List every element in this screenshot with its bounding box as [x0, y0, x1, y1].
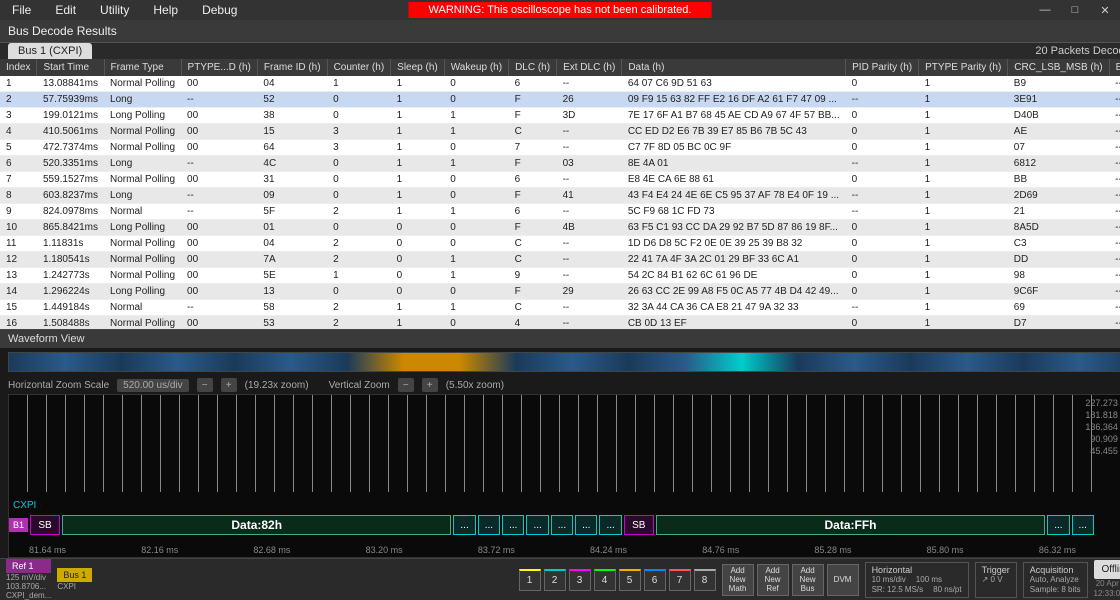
bus-info: CXPI [57, 582, 92, 591]
column-header[interactable]: Wakeup (h) [444, 59, 508, 76]
hz-plus-button[interactable]: + [221, 378, 237, 392]
decode-packet[interactable]: ... [1047, 515, 1069, 535]
add-button[interactable]: DVM [827, 564, 859, 596]
vz-minus-button[interactable]: − [398, 378, 414, 392]
decode-packet[interactable]: Data:82h [62, 515, 451, 535]
hz-zoom-factor: (19.23x zoom) [245, 380, 309, 391]
time-axis: 81.64 ms82.16 ms82.68 ms83.20 ms83.72 ms… [9, 545, 1096, 555]
table-row[interactable]: 121.180541sNormal Polling007A201C--22 41… [0, 252, 1120, 268]
bus-badge[interactable]: Bus 1 [57, 568, 92, 582]
timeline-overview[interactable] [8, 352, 1120, 372]
vz-label: Vertical Zoom [329, 380, 390, 391]
ref-info: 125 mV/div103.8706...CXPI_dem... [6, 573, 51, 600]
trigger-status[interactable]: Trigger ↗ 0 V [975, 562, 1017, 598]
packet-count: 20 Packets Decoded [1035, 45, 1120, 57]
column-header[interactable]: PTYPE Parity (h) [919, 59, 1008, 76]
table-row[interactable]: 10865.8421msLong Polling0001000F4B63 F5 … [0, 220, 1120, 236]
table-row[interactable]: 113.08841msNormal Polling00041106--64 07… [0, 76, 1120, 92]
decode-table[interactable]: IndexStart TimeFrame TypePTYPE...D (h)Fr… [0, 59, 1120, 329]
channel-button-3[interactable]: 3 [569, 569, 591, 591]
waveform-title: Waveform View [0, 330, 1120, 348]
table-row[interactable]: 111.11831sNormal Polling0004200C--1D D6 … [0, 236, 1120, 252]
waveform-signal [9, 395, 1096, 492]
table-row[interactable]: 257.75939msLong--52010F2609 F9 15 63 82 … [0, 92, 1120, 108]
column-header[interactable]: Frame Type [104, 59, 181, 76]
channel-button-2[interactable]: 2 [544, 569, 566, 591]
main-menu: File Edit Utility Help Debug [0, 1, 249, 19]
table-row[interactable]: 161.508488sNormal Polling00532104--CB 0D… [0, 316, 1120, 330]
channel-button-7[interactable]: 7 [669, 569, 691, 591]
add-button[interactable]: Add New Math [722, 564, 754, 596]
menu-debug[interactable]: Debug [190, 1, 249, 19]
menu-help[interactable]: Help [141, 1, 190, 19]
maximize-button[interactable]: □ [1060, 0, 1090, 20]
horizontal-status[interactable]: Horizontal 10 ms/div100 ms SR: 12.5 MS/s… [865, 562, 969, 598]
decode-packet[interactable]: ... [526, 515, 548, 535]
decode-packet[interactable]: ... [1072, 515, 1094, 535]
bus-chip[interactable]: B1 [9, 518, 28, 532]
offline-button[interactable]: Offline [1094, 560, 1120, 579]
column-header[interactable]: Sleep (h) [391, 59, 445, 76]
column-header[interactable]: PTYPE...D (h) [181, 59, 257, 76]
table-row[interactable]: 4410.5061msNormal Polling0015311C--CC ED… [0, 124, 1120, 140]
hz-value[interactable]: 520.00 us/div [117, 379, 189, 392]
menu-file[interactable]: File [0, 1, 43, 19]
decode-packet[interactable]: ... [453, 515, 475, 535]
close-button[interactable]: ✕ [1090, 0, 1120, 20]
channel-button-5[interactable]: 5 [619, 569, 641, 591]
ref-badge[interactable]: Ref 1 [6, 559, 51, 573]
decode-packet[interactable]: SB [624, 515, 654, 535]
column-header[interactable]: DLC (h) [509, 59, 557, 76]
column-header[interactable]: Ext DLC (h) [557, 59, 622, 76]
decode-packet[interactable]: SB [30, 515, 60, 535]
minimize-button[interactable]: — [1030, 0, 1060, 20]
acquisition-status[interactable]: Acquisition Auto, Analyze Sample: 8 bits [1023, 562, 1088, 598]
decode-title: Bus Decode Results [8, 24, 117, 38]
decode-packet[interactable]: ... [502, 515, 524, 535]
hz-label: Horizontal Zoom Scale [8, 380, 109, 391]
table-row[interactable]: 131.242773sNormal Polling005E1019--54 2C… [0, 268, 1120, 284]
column-header[interactable]: Error [1109, 59, 1120, 76]
decode-packet[interactable]: Data:FFh [656, 515, 1045, 535]
column-header[interactable]: Index [0, 59, 37, 76]
column-header[interactable]: Start Time [37, 59, 104, 76]
add-button[interactable]: Add New Bus [792, 564, 824, 596]
column-header[interactable]: PID Parity (h) [846, 59, 919, 76]
column-header[interactable]: Counter (h) [327, 59, 391, 76]
channel-button-8[interactable]: 8 [694, 569, 716, 591]
channel-button-4[interactable]: 4 [594, 569, 616, 591]
column-header[interactable]: Data (h) [622, 59, 846, 76]
decode-packet[interactable]: ... [551, 515, 573, 535]
decode-packet[interactable]: ... [478, 515, 500, 535]
calibration-warning: WARNING: This oscilloscope has not been … [409, 2, 712, 18]
bus-tab[interactable]: Bus 1 (CXPI) [8, 43, 92, 59]
column-header[interactable]: CRC_LSB_MSB (h) [1008, 59, 1109, 76]
column-header[interactable]: Frame ID (h) [257, 59, 327, 76]
menu-edit[interactable]: Edit [43, 1, 88, 19]
decode-packet[interactable]: ... [575, 515, 597, 535]
channel-button-6[interactable]: 6 [644, 569, 666, 591]
bus-label: CXPI [13, 500, 36, 511]
channel-button-1[interactable]: 1 [519, 569, 541, 591]
table-row[interactable]: 5472.7374msNormal Polling00643107--C7 7F… [0, 140, 1120, 156]
table-row[interactable]: 7559.1527msNormal Polling00310106--E8 4E… [0, 172, 1120, 188]
table-row[interactable]: 141.296224sLong Polling0013000F2926 63 C… [0, 284, 1120, 300]
table-row[interactable]: 151.449184sNormal--58211C--32 3A 44 CA 3… [0, 300, 1120, 316]
table-row[interactable]: 9824.0978msNormal--5F2116--5C F9 68 1C F… [0, 204, 1120, 220]
vz-zoom-factor: (5.50x zoom) [446, 380, 504, 391]
table-row[interactable]: 8603.8237msLong--09010F4143 F4 E4 24 4E … [0, 188, 1120, 204]
y-axis-labels: 227.273 mV181.818 mV136.364 mV90.909 mV4… [1085, 397, 1120, 457]
decode-packet[interactable]: ... [599, 515, 621, 535]
datetime: 20 Apr 202112:33:00 PM [1094, 579, 1120, 599]
waveform-area[interactable]: 227.273 mV181.818 mV136.364 mV90.909 mV4… [8, 394, 1120, 558]
menu-utility[interactable]: Utility [88, 1, 141, 19]
table-row[interactable]: 6520.3351msLong--4C011F038E 4A 01--16812… [0, 156, 1120, 172]
hz-minus-button[interactable]: − [197, 378, 213, 392]
vz-plus-button[interactable]: + [422, 378, 438, 392]
table-row[interactable]: 3199.0121msLong Polling0038011F3D7E 17 6… [0, 108, 1120, 124]
add-button[interactable]: Add New Ref [757, 564, 789, 596]
